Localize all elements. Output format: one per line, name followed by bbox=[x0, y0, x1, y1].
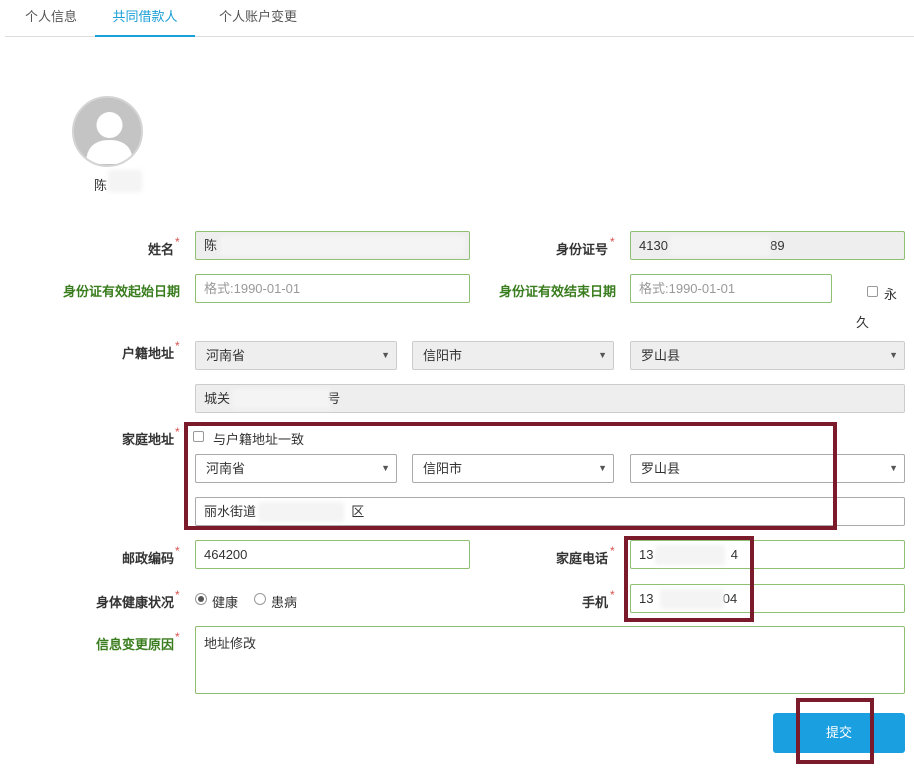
caret-down-icon: ▼ bbox=[889, 455, 898, 482]
name-label: 姓名 bbox=[148, 239, 174, 258]
permanent-label-wrap: 久 bbox=[856, 312, 869, 331]
caret-down-icon: ▼ bbox=[381, 342, 390, 369]
required-mark: * bbox=[610, 588, 615, 602]
permanent-label: 永 bbox=[884, 284, 897, 303]
tab-account-change[interactable]: 个人账户变更 bbox=[203, 0, 313, 37]
postal-code-label: 邮政编码 bbox=[122, 548, 174, 567]
annotation-box-home-address bbox=[184, 422, 837, 530]
required-mark: * bbox=[175, 425, 180, 439]
required-mark: * bbox=[175, 588, 180, 602]
health-radio-healthy[interactable] bbox=[195, 593, 207, 605]
hukou-street-start: 城关 bbox=[204, 391, 230, 406]
required-mark: * bbox=[610, 544, 615, 558]
hukou-city-select[interactable]: 信阳市 ▼ bbox=[412, 341, 614, 370]
tab-personal-info[interactable]: 个人信息 bbox=[13, 0, 89, 37]
id-start-date-input[interactable]: 格式:1990-01-01 bbox=[195, 274, 470, 303]
id-number-label: 身份证号 bbox=[556, 239, 608, 258]
postal-code-input[interactable]: 464200 bbox=[195, 540, 470, 569]
redaction-blur bbox=[220, 236, 465, 256]
id-number-start: 4130 bbox=[639, 238, 668, 253]
hukou-province-value: 河南省 bbox=[206, 348, 245, 363]
hukou-county-value: 罗山县 bbox=[641, 348, 680, 363]
caret-down-icon: ▼ bbox=[889, 342, 898, 369]
home-address-label: 家庭地址 bbox=[122, 429, 174, 448]
annotation-box-phones bbox=[624, 536, 754, 622]
redaction-blur bbox=[232, 389, 330, 409]
mobile-label: 手机 bbox=[582, 592, 608, 611]
health-option-healthy: 健康 bbox=[212, 592, 238, 611]
tab-co-borrower[interactable]: 共同借款人 bbox=[95, 0, 195, 37]
id-number-end: 89 bbox=[770, 238, 784, 253]
permanent-checkbox[interactable] bbox=[867, 286, 878, 297]
required-mark: * bbox=[175, 630, 180, 644]
home-phone-label: 家庭电话 bbox=[556, 548, 608, 567]
health-option-ill: 患病 bbox=[271, 592, 297, 611]
hukou-county-select[interactable]: 罗山县 ▼ bbox=[630, 341, 905, 370]
required-mark: * bbox=[175, 339, 180, 353]
redaction-blur bbox=[670, 236, 770, 256]
change-reason-label: 信息变更原因 bbox=[96, 634, 174, 653]
health-status-label: 身体健康状况 bbox=[96, 592, 174, 611]
id-end-date-input[interactable]: 格式:1990-01-01 bbox=[630, 274, 832, 303]
required-mark: * bbox=[175, 544, 180, 558]
name-value: 陈 bbox=[204, 238, 217, 253]
avatar bbox=[72, 96, 143, 167]
hukou-province-select[interactable]: 河南省 ▼ bbox=[195, 341, 397, 370]
id-end-date-label: 身份证有效结束日期 bbox=[499, 281, 616, 300]
required-mark: * bbox=[610, 235, 615, 249]
annotation-box-submit bbox=[796, 698, 874, 764]
tab-bar: 个人信息 共同借款人 个人账户变更 bbox=[5, 0, 914, 37]
id-start-date-label: 身份证有效起始日期 bbox=[63, 281, 180, 300]
user-icon bbox=[74, 98, 143, 167]
health-radio-ill[interactable] bbox=[254, 593, 266, 605]
required-mark: * bbox=[175, 235, 180, 249]
avatar-name: 陈 bbox=[94, 175, 107, 194]
hukou-city-value: 信阳市 bbox=[423, 348, 462, 363]
change-reason-textarea[interactable]: 地址修改 bbox=[195, 626, 905, 694]
caret-down-icon: ▼ bbox=[598, 342, 607, 369]
hukou-address-label: 户籍地址 bbox=[122, 343, 174, 362]
redaction-blur bbox=[108, 170, 142, 192]
